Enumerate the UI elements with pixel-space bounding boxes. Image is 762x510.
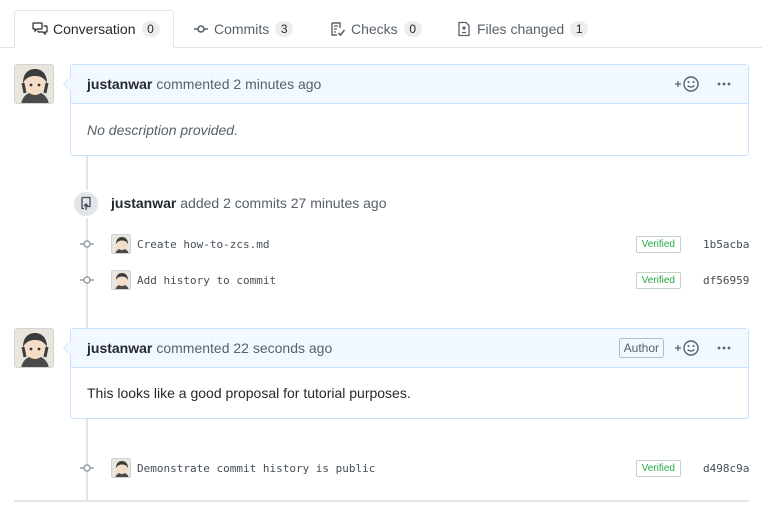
file-diff-icon xyxy=(455,21,473,37)
tab-checks-label: Checks xyxy=(351,21,398,37)
commit-sha[interactable]: 1b5acba xyxy=(703,238,749,251)
commit-row: Add history to commit Verified df56959 xyxy=(78,269,749,291)
avatar[interactable] xyxy=(14,64,54,104)
commit-row: Demonstrate commit history is public Ver… xyxy=(78,457,749,479)
commit-message[interactable]: Add history to commit xyxy=(137,274,636,287)
tab-commits-label: Commits xyxy=(214,21,270,37)
tab-files-changed[interactable]: Files changed 1 xyxy=(455,10,589,48)
commit-sha[interactable]: d498c9a xyxy=(703,462,749,475)
kebab-horizontal-icon[interactable] xyxy=(716,76,732,92)
comment-author[interactable]: justanwar xyxy=(87,76,152,92)
avatar[interactable] xyxy=(111,270,131,290)
git-commit-icon xyxy=(78,236,96,252)
comment-discussion-icon xyxy=(31,21,49,37)
git-commit-icon xyxy=(78,460,96,476)
commits-event: justanwar added 2 commits 27 minutes ago xyxy=(111,195,386,211)
commit-row: Create how-to-zcs.md Verified 1b5acba xyxy=(78,233,749,255)
pr-tabs: Conversation 0 Commits 3 Checks 0 Files … xyxy=(0,0,762,48)
avatar[interactable] xyxy=(14,328,54,368)
tab-files-changed-count: 1 xyxy=(570,21,589,37)
event-author[interactable]: justanwar xyxy=(111,195,176,211)
tab-files-changed-label: Files changed xyxy=(477,21,565,37)
verified-badge[interactable]: Verified xyxy=(635,271,681,289)
smiley-icon xyxy=(675,340,699,356)
avatar[interactable] xyxy=(111,234,131,254)
comment-body: No description provided. xyxy=(87,121,238,138)
tab-commits[interactable]: Commits 3 xyxy=(192,10,294,48)
tab-conversation-label: Conversation xyxy=(53,21,136,37)
git-commit-icon xyxy=(192,21,210,37)
tab-checks-count: 0 xyxy=(403,21,422,37)
add-reaction-button[interactable] xyxy=(674,339,700,357)
verified-badge[interactable]: Verified xyxy=(635,459,681,477)
avatar[interactable] xyxy=(111,458,131,478)
comment-author[interactable]: justanwar xyxy=(87,340,152,356)
comment-card: justanwar commented 2 minutes ago No des… xyxy=(63,64,749,156)
tab-conversation-count: 0 xyxy=(141,21,160,37)
verified-badge[interactable]: Verified xyxy=(635,235,681,253)
comment-card: justanwar commented 22 seconds ago Autho… xyxy=(63,328,749,419)
tab-checks[interactable]: Checks 0 xyxy=(329,10,422,48)
comment-body: This looks like a good proposal for tuto… xyxy=(87,385,411,401)
comment-header: justanwar commented 22 seconds ago Autho… xyxy=(71,329,748,368)
comment-timestamp[interactable]: commented 2 minutes ago xyxy=(156,76,321,92)
repo-push-icon xyxy=(72,190,100,218)
commit-sha[interactable]: df56959 xyxy=(703,274,749,287)
tab-commits-count: 3 xyxy=(275,21,294,37)
tab-conversation[interactable]: Conversation 0 xyxy=(14,10,174,48)
comment-timestamp[interactable]: commented 22 seconds ago xyxy=(156,340,332,356)
commit-message[interactable]: Create how-to-zcs.md xyxy=(137,238,636,251)
comment-header: justanwar commented 2 minutes ago xyxy=(71,65,748,104)
event-description: added 2 commits 27 minutes ago xyxy=(180,195,387,211)
add-reaction-button[interactable] xyxy=(674,75,700,93)
author-label-badge: Author xyxy=(618,338,664,358)
timeline-end-divider xyxy=(14,500,749,502)
git-commit-icon xyxy=(78,272,96,288)
kebab-horizontal-icon[interactable] xyxy=(716,340,732,356)
checklist-icon xyxy=(329,21,347,37)
smiley-icon xyxy=(675,76,699,92)
commit-message[interactable]: Demonstrate commit history is public xyxy=(137,462,636,475)
